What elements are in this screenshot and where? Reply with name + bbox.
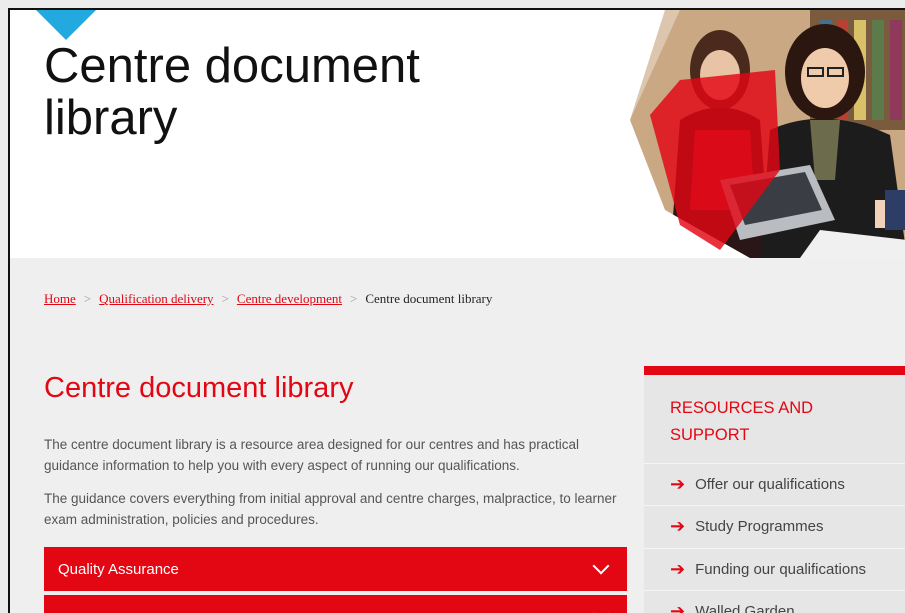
chevron-down-icon <box>592 557 610 575</box>
accordion-quality-assurance[interactable]: Quality Assurance <box>44 547 627 591</box>
chevron-right-icon: > <box>83 291 92 306</box>
chevron-down-icon <box>592 605 610 613</box>
page-frame: Centre document library Home > Qualifica… <box>8 8 905 613</box>
resources-sidebar: RESOURCES AND SUPPORT ➔ Offer our qualif… <box>644 366 905 613</box>
sidebar-item-label: Study Programmes <box>695 518 824 535</box>
sidebar-item-label: Walled Garden <box>695 603 795 613</box>
sidebar-title: RESOURCES AND SUPPORT <box>670 399 814 444</box>
breadcrumb-current: Centre document library <box>365 291 493 306</box>
arrow-right-icon: ➔ <box>670 474 686 494</box>
arrow-right-icon: ➔ <box>670 559 686 579</box>
sidebar-item-funding-qualifications[interactable]: ➔ Funding our qualifications <box>644 548 905 590</box>
breadcrumb-centre-development-link[interactable]: Centre development <box>237 291 342 306</box>
arrow-right-icon: ➔ <box>670 516 686 536</box>
accordion-label: Quality Assurance <box>58 560 179 578</box>
sidebar-item-study-programmes[interactable]: ➔ Study Programmes <box>644 505 905 547</box>
hero-banner: Centre document library <box>10 10 905 258</box>
sidebar-item-walled-garden[interactable]: ➔ Walled Garden <box>644 590 905 613</box>
guidance-paragraph: The guidance covers everything from init… <box>44 491 617 527</box>
intro-paragraph: The centre document library is a resourc… <box>44 437 580 473</box>
decorative-triangle <box>34 10 98 40</box>
page-title: Centre document library <box>44 372 354 404</box>
sidebar-item-offer-qualifications[interactable]: ➔ Offer our qualifications <box>644 463 905 505</box>
hero-title: Centre document library <box>44 39 420 145</box>
hero-photo <box>625 10 905 258</box>
accordion-second[interactable] <box>44 595 627 613</box>
chevron-right-icon: > <box>221 291 229 306</box>
sidebar-item-label: Funding our qualifications <box>695 561 867 578</box>
sidebar-item-label: Offer our qualifications <box>695 476 845 493</box>
breadcrumb: Home > Qualification delivery > Centre devel… <box>44 291 492 307</box>
breadcrumb-home-link[interactable]: Home <box>44 291 76 306</box>
chevron-right-icon: > <box>349 291 358 306</box>
breadcrumb-qualification-delivery-link[interactable]: Qualification delivery <box>99 291 213 306</box>
arrow-right-icon: ➔ <box>670 601 686 613</box>
